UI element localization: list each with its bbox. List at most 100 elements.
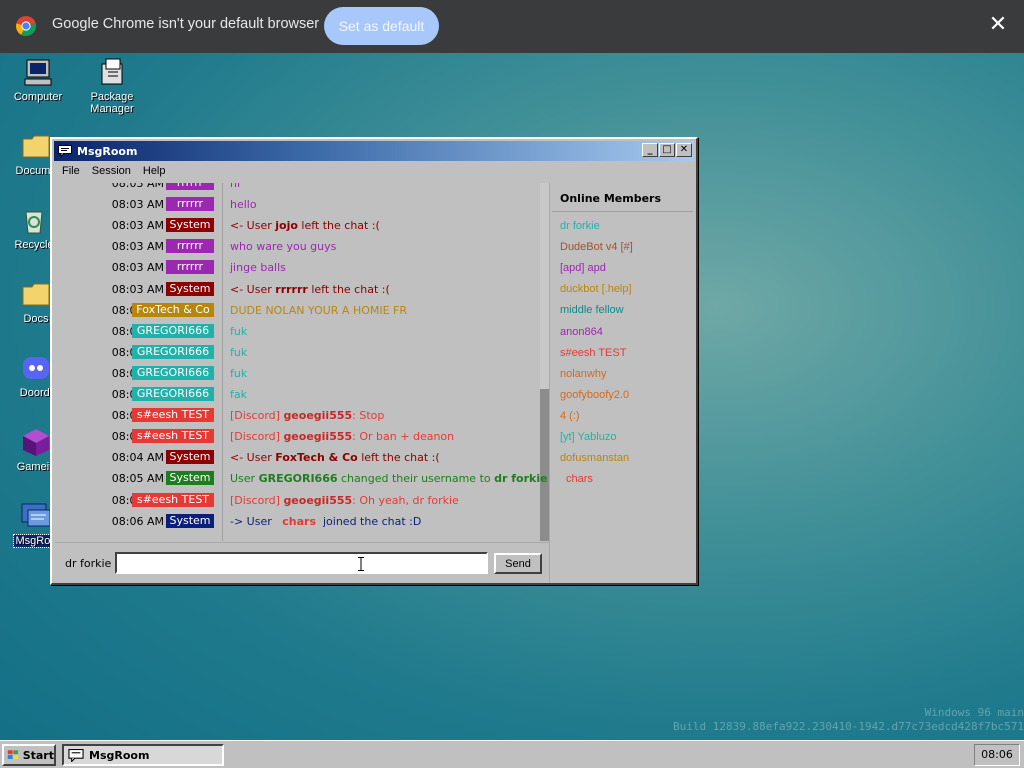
set-as-default-button[interactable]: Set as default — [324, 7, 439, 45]
user-badge[interactable]: GREGORI666 — [132, 387, 214, 401]
message-text: -> User chars joined the chat :D — [230, 515, 421, 528]
user-badge[interactable]: s#eesh TEST — [132, 492, 214, 507]
member-item[interactable]: 4 (:) — [560, 410, 580, 422]
user-badge[interactable]: rrrrrr — [166, 197, 214, 212]
nickname-label[interactable]: dr forkie — [65, 557, 111, 570]
taskbar: Start MsgRoom 08:06 — [0, 740, 1024, 768]
user-badge[interactable]: GREGORI666 — [132, 344, 214, 359]
maximize-button[interactable]: □ — [659, 143, 675, 157]
close-button[interactable]: ✕ — [676, 143, 692, 157]
discord-icon — [20, 352, 52, 384]
member-item[interactable]: nolanwhy — [560, 368, 606, 380]
chat-message-row: 08:03 AMFoxTech & CoDUDE NOLAN YOUR A HO… — [55, 300, 533, 321]
msgroom-icon — [68, 748, 84, 762]
user-badge[interactable]: s#eesh TEST — [132, 429, 214, 444]
user-badge[interactable]: s#eesh TEST — [132, 408, 214, 423]
message-time: 08:03 AM — [111, 261, 164, 275]
message-username: rrrrrr — [275, 282, 308, 296]
message-body: fuk — [230, 366, 248, 380]
chat-scrollbar[interactable] — [540, 183, 549, 541]
folder-icon — [20, 278, 52, 310]
user-badge[interactable]: rrrrrr — [166, 183, 214, 190]
message-username: GREGORI666 — [258, 472, 338, 486]
member-item[interactable]: middle fellow — [560, 304, 624, 316]
watermark-line-1: Windows 96 main — [924, 706, 1024, 719]
member-item[interactable]: [apd] apd — [560, 262, 606, 274]
taskbar-item-msgroom[interactable]: MsgRoom — [62, 744, 224, 766]
desktop-icon-package-manager[interactable]: Package Manager — [72, 56, 152, 115]
user-badge[interactable]: FoxTech & Co — [132, 302, 214, 317]
message-text: <- User rrrrrr left the chat :( — [230, 283, 390, 296]
msgroom-icon — [58, 145, 72, 157]
chat-message-row: 08:04 AMGREGORI666fuk — [55, 321, 533, 342]
menu-file[interactable]: File — [56, 163, 86, 181]
user-badge[interactable]: System — [166, 450, 214, 465]
chat-message-row: 08:05 AMs#eesh TEST[Discord] geoegii555:… — [55, 490, 533, 511]
message-suffix: : Stop — [352, 409, 385, 423]
chat-scroll-thumb[interactable] — [540, 389, 549, 541]
start-button[interactable]: Start — [2, 744, 56, 766]
message-username: FoxTech & Co — [275, 451, 358, 465]
member-item[interactable]: goofyboofy2.0 — [560, 389, 629, 401]
message-text: [Discord] geoegii555: Stop — [230, 409, 384, 422]
chat-log[interactable]: 08:03 AMrrrrrrhi08:03 AMrrrrrrhello08:03… — [55, 183, 549, 541]
message-text: who ware you guys — [230, 240, 336, 253]
user-badge[interactable]: rrrrrr — [166, 260, 214, 275]
chat-message-row: 08:03 AM rrrrrr hello — [55, 194, 533, 215]
message-body: jinge balls — [230, 261, 286, 275]
online-members-panel: Online Members dr forkie DudeBot v4 [#] [a… — [549, 183, 694, 583]
message-suffix: left the chat :( — [357, 451, 440, 465]
menu-help[interactable]: Help — [137, 163, 172, 181]
desktop-icon-label: Docs — [23, 313, 49, 325]
desktop-icon-label: Computer — [13, 91, 63, 103]
desktop-icon-computer[interactable]: Computer — [0, 56, 78, 103]
chat-message-row: 08:04 AMs#eesh TEST[Discord] geoegii555:… — [55, 426, 533, 447]
member-item[interactable]: anon864 — [560, 326, 603, 338]
chat-message-row: 08:04 AMGREGORI666fuk — [55, 342, 533, 363]
message-time: 08:03 AM — [111, 198, 164, 212]
message-text: <- User jojo left the chat :( — [230, 219, 380, 232]
chat-message-row: 08:03 AM System <- User rrrrrr left the ch… — [55, 279, 533, 300]
user-badge[interactable]: GREGORI666 — [132, 365, 214, 380]
user-badge[interactable]: System — [166, 513, 214, 528]
message-text: hello — [230, 198, 257, 211]
message-suffix: : Or ban + deanon — [352, 430, 455, 444]
chat-message-row: 08:05 AM System User GREGORI666 changed th… — [55, 468, 548, 489]
message-prefix: [Discord] — [230, 409, 284, 423]
member-item[interactable]: DudeBot v4 [#] — [560, 241, 633, 253]
start-label: Start — [22, 748, 54, 762]
message-body: hi — [230, 183, 241, 190]
message-time: 08:05 AM — [111, 472, 164, 486]
members-title: Online Members — [560, 192, 662, 205]
user-badge[interactable]: System — [166, 218, 214, 233]
message-text: [Discord] geoegii555: Oh yeah, dr forkie — [230, 494, 459, 507]
members-divider — [552, 211, 693, 212]
member-item[interactable]: duckbot [.help] — [560, 283, 632, 295]
user-badge[interactable]: GREGORI666 — [132, 323, 214, 338]
message-text: hi — [230, 183, 240, 190]
window-title: MsgRoom — [77, 144, 138, 158]
message-text: User GREGORI666 changed their username t… — [230, 472, 548, 485]
member-item[interactable]: [yt] Yabluzo — [560, 431, 616, 443]
message-text: jinge balls — [230, 261, 286, 274]
minimize-button[interactable]: _ — [642, 143, 658, 157]
user-badge[interactable]: System — [166, 471, 214, 486]
member-item[interactable]: dofusmanstan — [560, 452, 629, 464]
user-badge[interactable]: System — [166, 281, 214, 296]
cube-icon — [20, 426, 52, 458]
member-item[interactable]: chars — [566, 473, 593, 485]
package-icon — [96, 56, 128, 88]
menu-session[interactable]: Session — [86, 163, 137, 181]
os-watermark: Windows 96 main Build 12839.88efa922.230… — [608, 706, 1024, 734]
send-button[interactable]: Send — [494, 553, 542, 574]
chat-message-row: 08:04 AMGREGORI666fak — [55, 384, 533, 405]
msgroom-window: MsgRoom _ □ ✕ File Session Help 08:03 AM… — [50, 137, 698, 585]
message-text: fuk — [230, 367, 247, 380]
user-badge[interactable]: rrrrrr — [166, 239, 214, 254]
window-titlebar[interactable]: MsgRoom _ □ ✕ — [54, 141, 694, 161]
message-suffix: joined the chat :D — [316, 514, 422, 528]
member-item[interactable]: s#eesh TEST — [560, 347, 626, 359]
member-item[interactable]: dr forkie — [560, 220, 600, 232]
close-icon[interactable]: ✕ — [985, 12, 1011, 38]
message-input[interactable] — [115, 552, 488, 574]
